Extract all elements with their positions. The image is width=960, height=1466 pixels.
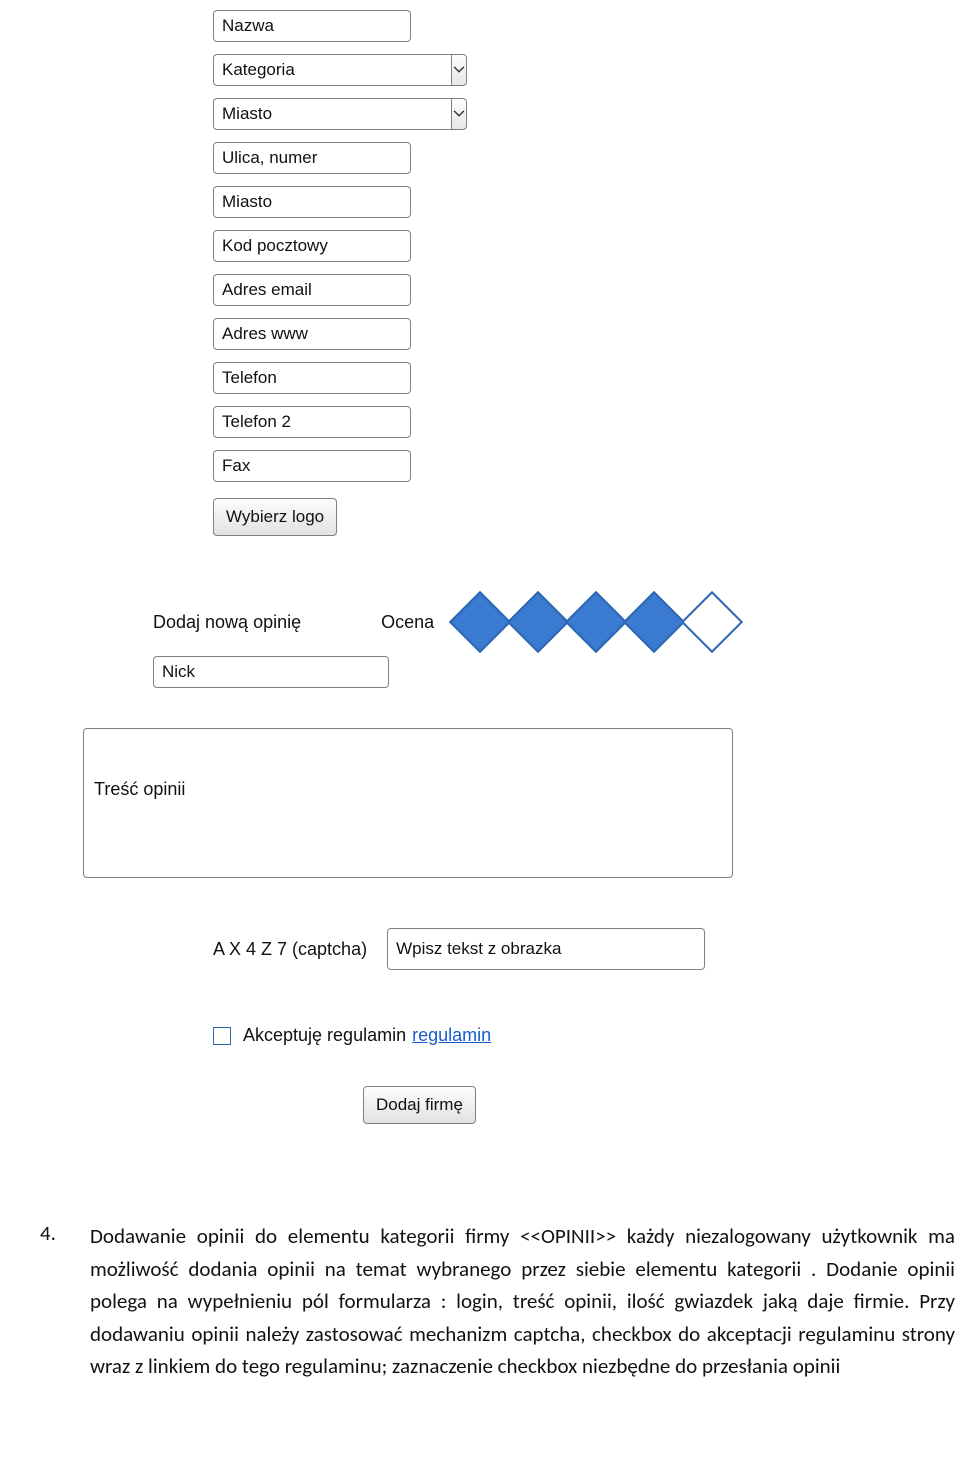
email-input[interactable] <box>213 274 411 306</box>
paragraph-text: Dodawanie opinii do elementu kategorii f… <box>90 1220 955 1383</box>
chevron-down-icon <box>452 105 466 123</box>
regulations-link[interactable]: regulamin <box>412 1025 491 1046</box>
category-dropdown-button[interactable] <box>451 54 467 86</box>
page: Wybierz logo Dodaj nową opinię Ocena A X… <box>0 0 960 1164</box>
category-input[interactable] <box>213 54 451 86</box>
city-dropdown-button[interactable] <box>451 98 467 130</box>
rating-diamond-5[interactable] <box>681 591 743 653</box>
rating-diamond-1[interactable] <box>449 591 511 653</box>
city2-input[interactable] <box>213 186 411 218</box>
captcha-label: A X 4 Z 7 (captcha) <box>213 939 367 960</box>
form-column: Wybierz logo Dodaj nową opinię Ocena A X… <box>213 0 960 1124</box>
opinion-textarea[interactable] <box>83 728 733 878</box>
list-number: 4. <box>40 1220 56 1246</box>
rating-diamond-2[interactable] <box>507 591 569 653</box>
accept-checkbox[interactable] <box>213 1027 231 1045</box>
phone-input[interactable] <box>213 362 411 394</box>
rating-stars[interactable] <box>454 596 738 648</box>
accept-label: Akceptuję regulamin <box>243 1025 406 1046</box>
phone2-input[interactable] <box>213 406 411 438</box>
choose-logo-button[interactable]: Wybierz logo <box>213 498 337 536</box>
fax-input[interactable] <box>213 450 411 482</box>
www-input[interactable] <box>213 318 411 350</box>
category-select[interactable] <box>213 54 449 86</box>
street-input[interactable] <box>213 142 411 174</box>
submit-button[interactable]: Dodaj firmę <box>363 1086 476 1124</box>
rating-diamond-4[interactable] <box>623 591 685 653</box>
chevron-down-icon <box>452 61 466 79</box>
score-label: Ocena <box>381 612 434 633</box>
nick-input[interactable] <box>153 656 389 688</box>
captcha-row: A X 4 Z 7 (captcha) <box>213 928 960 970</box>
city-select[interactable] <box>213 98 449 130</box>
accept-row: Akceptuję regulamin regulamin <box>213 1025 960 1046</box>
postcode-input[interactable] <box>213 230 411 262</box>
rating-diamond-3[interactable] <box>565 591 627 653</box>
city-input[interactable] <box>213 98 451 130</box>
captcha-input[interactable] <box>387 928 705 970</box>
rating-row: Dodaj nową opinię Ocena <box>153 596 960 648</box>
add-opinion-label: Dodaj nową opinię <box>153 612 301 633</box>
name-input[interactable] <box>213 10 411 42</box>
